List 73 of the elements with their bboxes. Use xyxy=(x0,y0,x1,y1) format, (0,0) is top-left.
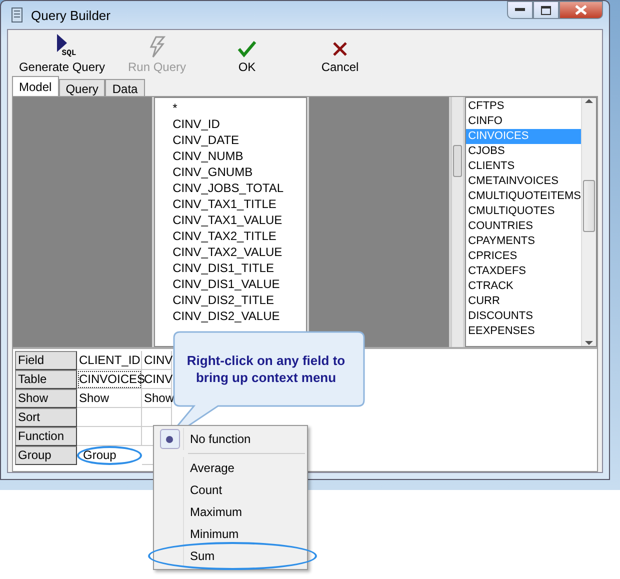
field-item[interactable]: CINV_TAX1_VALUE xyxy=(172,212,306,228)
table-item[interactable]: CURR xyxy=(466,294,582,309)
row-header: Group xyxy=(15,446,77,465)
lightning-icon xyxy=(147,36,167,58)
toolbar-button[interactable]: OK xyxy=(202,32,292,74)
row-header: Table xyxy=(15,370,77,389)
scroll-thumb[interactable] xyxy=(453,145,462,177)
maximize-button[interactable] xyxy=(533,1,559,19)
grid-cell[interactable]: CLIENT_ID xyxy=(77,351,142,370)
menu-item[interactable]: No function xyxy=(156,428,305,450)
table-item[interactable]: CLIENTS xyxy=(466,159,582,174)
up-arrow-icon[interactable] xyxy=(585,98,594,104)
callout-text: Right-click on any field to bring up context menu xyxy=(186,352,346,386)
field-item[interactable]: CINV_DIS2_TITLE xyxy=(172,292,306,308)
field-item[interactable]: CINV_TAX1_TITLE xyxy=(172,196,306,212)
field-item[interactable]: * xyxy=(172,100,306,116)
menu-item[interactable]: Average xyxy=(156,457,305,479)
field-item[interactable]: CINV_DIS1_VALUE xyxy=(172,276,306,292)
grid-cell[interactable]: CINV xyxy=(142,351,172,370)
row-header: Field xyxy=(15,351,77,370)
menu-item[interactable]: Sum xyxy=(156,545,305,567)
table-item[interactable]: CMULTIQUOTES xyxy=(466,204,582,219)
table-item[interactable]: DISCOUNTS xyxy=(466,309,582,324)
table-item[interactable]: CMULTIQUOTEITEMS xyxy=(466,189,582,204)
cross-icon xyxy=(331,40,349,58)
grid-cell[interactable]: Show xyxy=(142,389,172,408)
field-item[interactable]: CINV_ID xyxy=(172,116,306,132)
menu-item[interactable]: Minimum xyxy=(156,523,305,545)
table-item[interactable]: COUNTRIES xyxy=(466,219,582,234)
table-item[interactable]: CTAXDEFS xyxy=(466,264,582,279)
table-item[interactable]: CINFO xyxy=(466,114,582,129)
field-item[interactable]: CINV_TAX2_VALUE xyxy=(172,244,306,260)
maximize-icon xyxy=(541,6,551,14)
scrollbar[interactable] xyxy=(581,98,596,346)
table-item[interactable]: CPRICES xyxy=(466,249,582,264)
grid-cell[interactable]: CINVOICES xyxy=(77,370,142,389)
field-item[interactable]: CINV_TAX2_TITLE xyxy=(172,228,306,244)
scrollbar[interactable] xyxy=(451,97,464,347)
close-icon xyxy=(575,5,587,15)
field-item[interactable]: CINV_DIS2_VALUE xyxy=(172,308,306,324)
table-item[interactable]: CTRACK xyxy=(466,279,582,294)
toolbar-button[interactable]: Cancel xyxy=(292,32,388,74)
row-header: Show xyxy=(15,389,77,408)
field-item[interactable]: CINV_DATE xyxy=(172,132,306,148)
field-item[interactable]: CINV_NUMB xyxy=(172,148,306,164)
row-header: Function xyxy=(15,427,77,446)
table-item[interactable]: CJOBS xyxy=(466,144,582,159)
close-button[interactable] xyxy=(559,1,603,19)
table-item[interactable]: CFTPS xyxy=(466,99,582,114)
field-item[interactable]: CINV_GNUMB xyxy=(172,164,306,180)
grid-cell[interactable] xyxy=(77,427,142,446)
minimize-button[interactable] xyxy=(507,1,533,19)
grid-cell[interactable]: Show xyxy=(77,389,142,408)
tab[interactable]: Data xyxy=(105,79,145,96)
menu-item[interactable]: Maximum xyxy=(156,501,305,523)
window-title: Query Builder xyxy=(31,8,110,22)
icon-caption: SQL xyxy=(62,49,76,58)
tab[interactable]: Query xyxy=(58,79,106,96)
toolbar-button[interactable]: SQL Generate Query xyxy=(12,32,112,74)
table-item[interactable]: EEXPENSES xyxy=(466,324,582,339)
menu-item[interactable]: Count xyxy=(156,479,305,501)
table-item[interactable]: CPAYMENTS xyxy=(466,234,582,249)
scroll-thumb[interactable] xyxy=(583,180,596,232)
row-header: Sort xyxy=(15,408,77,427)
field-item[interactable]: CINV_DIS1_TITLE xyxy=(172,260,306,276)
tab[interactable]: Model xyxy=(12,76,59,96)
minimize-icon xyxy=(515,8,525,12)
checkmark-icon xyxy=(237,40,257,58)
grid-cell[interactable]: Group xyxy=(77,446,142,465)
grid-cell[interactable] xyxy=(77,408,142,427)
down-arrow-icon[interactable] xyxy=(585,340,594,346)
field-item[interactable]: CINV_JOBS_TOTAL xyxy=(172,180,306,196)
table-item[interactable]: CMETAINVOICES xyxy=(466,174,582,189)
